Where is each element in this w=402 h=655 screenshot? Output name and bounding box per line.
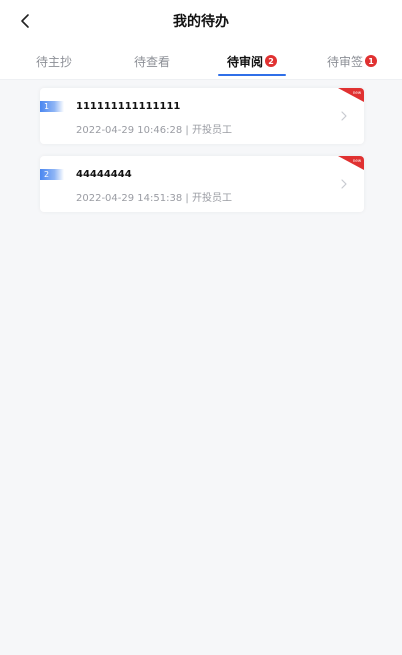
item-title: 111111111111111	[76, 101, 181, 112]
new-ribbon-icon: new	[338, 156, 364, 170]
item-title: 44444444	[76, 169, 132, 180]
item-author: 开投员工	[191, 125, 232, 136]
tab-label: 待查看	[133, 54, 170, 69]
item-meta: 2022-04-29 10:46:28 | 开投员工	[76, 121, 232, 136]
todo-card[interactable]: 2 new 44444444 2022-04-29 14:51:38 | 开投员…	[40, 156, 364, 212]
item-date: 2022-04-29 10:46:28	[76, 125, 183, 136]
item-index: 1	[40, 101, 64, 112]
todo-card[interactable]: 1 new 111111111111111 2022-04-29 10:46:2…	[40, 88, 364, 144]
meta-separator: |	[185, 125, 189, 136]
tab-pending-view[interactable]: 待查看	[106, 42, 198, 80]
item-date: 2022-04-29 14:51:38	[76, 193, 183, 204]
corner-tag: new	[353, 90, 362, 95]
item-meta: 2022-04-29 14:51:38 | 开投员工	[76, 189, 232, 204]
tab-label: 待审阅	[226, 54, 263, 69]
count-badge: 2	[265, 55, 277, 67]
top-bar: 我的待办	[0, 0, 402, 42]
tab-label: 待审签	[326, 54, 363, 69]
tab-label: 待主抄	[35, 54, 72, 69]
chevron-right-icon	[341, 111, 347, 121]
corner-tag: new	[353, 158, 362, 163]
meta-separator: |	[185, 193, 189, 204]
chevron-right-icon	[341, 179, 347, 189]
tab-pending-sign[interactable]: 待审签 1	[306, 42, 398, 80]
count-badge: 1	[365, 55, 377, 67]
tab-pending-copy[interactable]: 待主抄	[8, 42, 100, 80]
page-title: 我的待办	[173, 14, 229, 30]
item-author: 开投员工	[191, 193, 232, 204]
new-ribbon-icon: new	[338, 88, 364, 102]
active-tab-indicator	[218, 74, 286, 76]
tab-bar: 待主抄 待查看 待审阅 2 待审签 1	[0, 42, 402, 80]
item-index: 2	[40, 169, 64, 180]
